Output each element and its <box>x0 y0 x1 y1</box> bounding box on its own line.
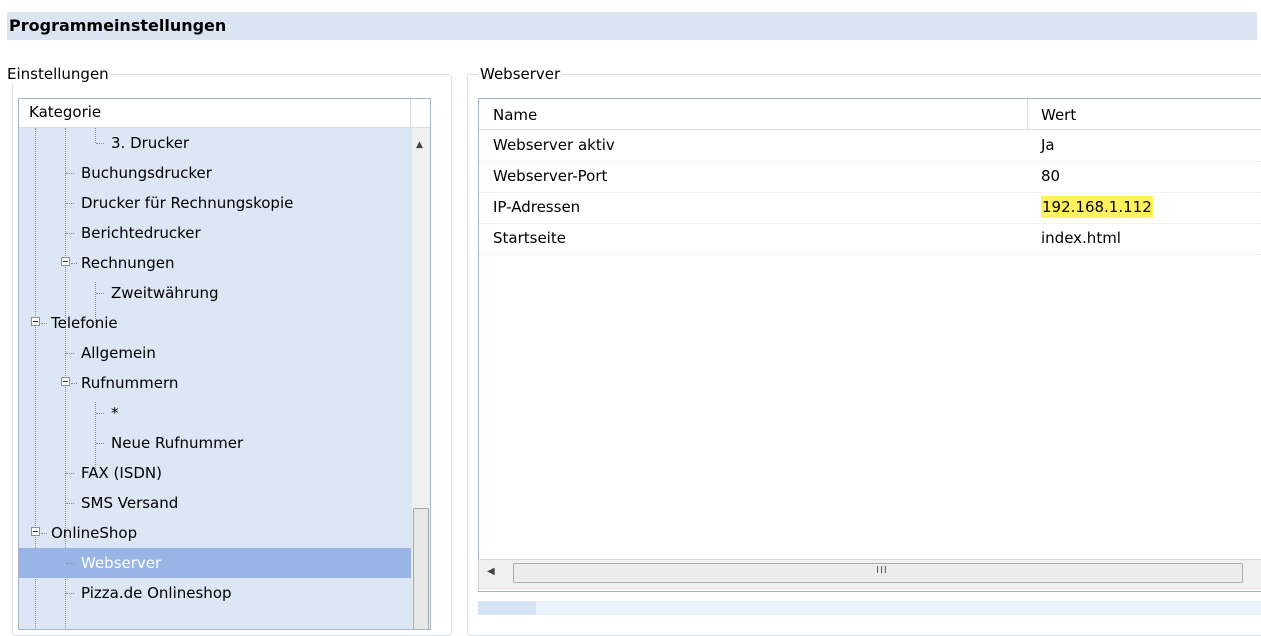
tree-item-zweitwaehrung[interactable]: Zweitwährung <box>19 278 411 308</box>
property-value[interactable]: index.html <box>1041 223 1121 254</box>
property-value[interactable]: 80 <box>1041 161 1060 192</box>
tree-header-divider <box>410 99 411 127</box>
tree-item-fax-isdn[interactable]: FAX (ISDN) <box>19 458 411 488</box>
tree-item-pizza-de-onlineshop[interactable]: Pizza.de Onlineshop <box>19 578 411 608</box>
column-header-name[interactable]: Name <box>493 106 537 124</box>
property-grid[interactable]: Name Wert Webserver aktiv Ja Webserver-P… <box>478 98 1261 592</box>
tree-body: 3. Drucker Buchungsdrucker Drucker für R… <box>19 128 411 629</box>
collapse-icon[interactable] <box>61 377 70 386</box>
tree-item-webserver[interactable]: Webserver <box>19 548 411 578</box>
info-panel <box>478 601 1261 615</box>
tree-item-drucker-rechnungskopie[interactable]: Drucker für Rechnungskopie <box>19 188 411 218</box>
property-name: Startseite <box>493 229 566 247</box>
scroll-grip-icon: III <box>876 565 888 576</box>
tree-item-berichtedrucker[interactable]: Berichtedrucker <box>19 218 411 248</box>
tree-header-label: Kategorie <box>29 103 102 121</box>
grid-scroll-thumb[interactable]: III <box>513 563 1243 583</box>
tree-item-rechnungen[interactable]: Rechnungen <box>19 248 411 278</box>
property-name: IP-Adressen <box>493 198 581 216</box>
collapse-icon[interactable] <box>31 317 40 326</box>
settings-group-legend: Einstellungen <box>5 64 111 84</box>
property-value[interactable]: Ja <box>1041 130 1055 161</box>
column-divider[interactable] <box>1027 99 1028 129</box>
tree-item-3-drucker[interactable]: 3. Drucker <box>19 128 411 158</box>
grid-header: Name Wert <box>479 99 1261 130</box>
collapse-icon[interactable] <box>31 527 40 536</box>
tree-header[interactable]: Kategorie <box>19 99 430 128</box>
property-row-webserver-port[interactable]: Webserver-Port 80 <box>479 161 1261 193</box>
column-header-value[interactable]: Wert <box>1041 106 1076 124</box>
tree-item-rufnummern[interactable]: Rufnummern <box>19 368 411 398</box>
tree-vertical-scrollbar[interactable]: ▲ <box>411 128 430 629</box>
collapse-icon[interactable] <box>61 257 70 266</box>
property-value-highlighted: 192.168.1.112 <box>1041 196 1153 218</box>
grid-horizontal-scrollbar[interactable]: ◀ III <box>478 559 1261 589</box>
property-name: Webserver-Port <box>493 167 608 185</box>
tree-item-asterisk[interactable]: * <box>19 398 411 428</box>
property-row-ip-adressen[interactable]: IP-Adressen 192.168.1.112 <box>479 192 1261 224</box>
property-name: Webserver aktiv <box>493 136 615 154</box>
tree-item-allgemein[interactable]: Allgemein <box>19 338 411 368</box>
scroll-left-arrow-icon[interactable]: ◀ <box>487 566 495 577</box>
property-row-startseite[interactable]: Startseite index.html <box>479 223 1261 255</box>
tree-item-telefonie[interactable]: Telefonie <box>19 308 411 338</box>
tree-item-onlineshop[interactable]: OnlineShop <box>19 518 411 548</box>
tree-item-buchungsdrucker[interactable]: Buchungsdrucker <box>19 158 411 188</box>
tree-item-sms-versand[interactable]: SMS Versand <box>19 488 411 518</box>
webserver-group-legend: Webserver <box>478 64 563 84</box>
category-tree[interactable]: Kategorie 3. Drucker Buchungsdrucker Dru… <box>18 98 431 630</box>
property-row-webserver-aktiv[interactable]: Webserver aktiv Ja <box>479 130 1261 162</box>
dialog-title: Programmeinstellungen <box>7 12 1257 40</box>
scroll-up-arrow-icon[interactable]: ▲ <box>416 140 423 150</box>
tree-item-neue-rufnummer[interactable]: Neue Rufnummer <box>19 428 411 458</box>
